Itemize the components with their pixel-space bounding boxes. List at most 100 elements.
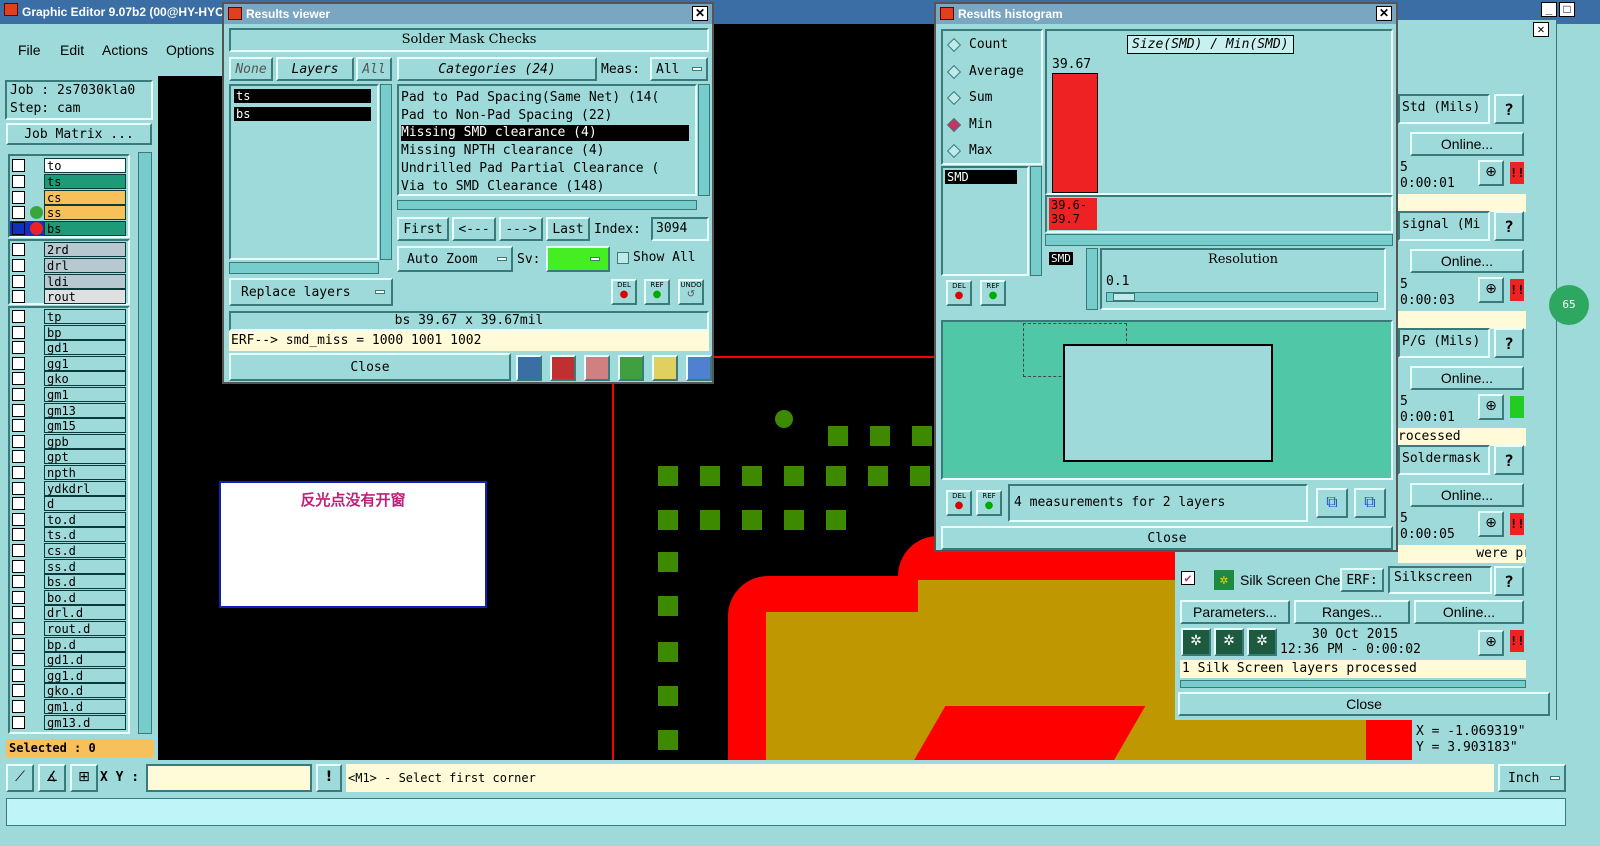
report-icon[interactable] [652, 355, 678, 381]
result-layer-bs[interactable]: bs [234, 107, 371, 121]
undo-icon[interactable]: UNDO ↺ [678, 279, 704, 305]
layer-row-drl-d[interactable]: drl.d [10, 605, 126, 621]
layer-row-bs-d[interactable]: bs.d [10, 574, 126, 590]
layer-row-d[interactable]: d [10, 496, 126, 512]
layer-row-to[interactable]: to [10, 158, 126, 173]
layer-checkbox[interactable] [12, 310, 25, 323]
checklist-hscroll[interactable] [1180, 680, 1526, 688]
layer-checkbox[interactable] [12, 606, 25, 620]
replace-layers-button[interactable]: Replace layers [229, 278, 393, 306]
maximize-button[interactable]: □ [1559, 2, 1575, 17]
layer-checkbox[interactable] [12, 450, 25, 464]
layer-checkbox[interactable] [12, 243, 25, 256]
menu-file[interactable]: File [18, 42, 41, 58]
show-all-checkbox[interactable] [617, 252, 629, 264]
layer-checkbox[interactable] [12, 559, 25, 573]
layer-row-gg1-d[interactable]: gg1.d [10, 667, 126, 683]
check-icon[interactable] [618, 355, 644, 381]
category-vscroll[interactable] [698, 84, 710, 196]
online-button[interactable]: Online... [1410, 249, 1524, 273]
layer-row-npth[interactable]: npth [10, 465, 126, 480]
layer-checkbox[interactable] [12, 372, 25, 386]
online-button[interactable]: Online... [1410, 132, 1524, 156]
silk-ranges-button[interactable]: Ranges... [1294, 600, 1410, 624]
layer-row-gd1-d[interactable]: gd1.d [10, 652, 126, 668]
histogram-icon[interactable] [686, 355, 712, 381]
layer-row-cs[interactable]: cs [10, 189, 126, 205]
del-icon[interactable]: DEL ● [611, 279, 637, 305]
layer-row-gd1[interactable]: gd1 [10, 340, 126, 356]
meas-select[interactable]: All [650, 57, 708, 81]
tab-none[interactable]: None [229, 57, 273, 81]
silk-run-icon-1[interactable]: ✲ [1181, 628, 1211, 656]
layer-row-bo-d[interactable]: bo.d [10, 589, 126, 605]
layer-checkbox[interactable] [12, 715, 25, 729]
category-item[interactable]: Pad to Non-Pad Spacing (22) [401, 108, 689, 124]
board-view-icon[interactable] [550, 355, 576, 381]
layer-checkbox[interactable] [12, 497, 25, 511]
layer-row-gg1[interactable]: gg1 [10, 355, 126, 371]
layer-checkbox[interactable] [12, 575, 25, 589]
silk-erf-button[interactable]: ERF: [1340, 568, 1384, 592]
preview-del-icon[interactable]: DEL ● [946, 490, 972, 516]
histogram-hscroll[interactable] [1045, 234, 1393, 246]
layer-row-drl[interactable]: drl [10, 257, 126, 273]
first-button[interactable]: First [397, 217, 449, 241]
layer-row-ts-d[interactable]: ts.d [10, 527, 126, 543]
tab-all[interactable]: All [356, 57, 392, 81]
layer-checkbox[interactable] [12, 290, 25, 304]
results-viewer-close-x[interactable]: ✕ [692, 6, 708, 21]
xy-input[interactable] [146, 764, 312, 792]
layer-list-hscroll[interactable] [229, 262, 379, 274]
silk-erf-value[interactable]: Silkscreen [1388, 566, 1492, 594]
hist-del-icon[interactable]: DEL ● [946, 280, 972, 306]
layer-checkbox[interactable] [12, 544, 25, 557]
help-button[interactable]: ? [1494, 94, 1524, 124]
export-icon-2[interactable]: ⧉ [1354, 488, 1386, 518]
menu-actions[interactable]: Actions [102, 42, 148, 58]
preview-ref-icon[interactable]: REF ● [976, 490, 1002, 516]
layer-row-ss[interactable]: ss [10, 205, 126, 221]
layer-checkbox[interactable] [12, 403, 25, 417]
ref-icon[interactable]: REF ● [644, 279, 670, 305]
sv-color-select[interactable] [546, 246, 610, 272]
layer-row-ss-d[interactable]: ss.d [10, 558, 126, 574]
help-button[interactable]: ? [1494, 445, 1524, 475]
silk-help-button[interactable]: ? [1494, 566, 1524, 596]
job-matrix-button[interactable]: Job Matrix ... [6, 123, 152, 145]
category-hscroll[interactable] [397, 200, 697, 210]
categories-label[interactable]: Categories (24) [397, 57, 597, 81]
layer-checkbox[interactable] [12, 466, 25, 479]
layer-row-rout[interactable]: rout [10, 289, 126, 305]
clear-icon[interactable] [584, 355, 610, 381]
annotation-box[interactable]: 反光点没有开窗 [219, 481, 487, 608]
layer-checkbox[interactable] [12, 419, 25, 433]
slider-thumb[interactable] [1113, 293, 1135, 301]
layer-row-gm1[interactable]: gm1 [10, 387, 126, 402]
layer-checkbox[interactable] [12, 274, 25, 288]
layer-checkbox[interactable] [12, 206, 25, 220]
category-item[interactable]: Missing SMD clearance (4) [401, 125, 689, 142]
layer-checkbox[interactable] [12, 388, 25, 401]
checklist-close-x[interactable]: ✕ [1533, 22, 1549, 37]
tab-layers[interactable]: Layers [276, 57, 354, 81]
layer-checkbox[interactable] [12, 325, 25, 339]
layer-list-vscroll[interactable] [380, 84, 392, 260]
menu-options[interactable]: Options [166, 42, 214, 58]
layer-checkbox[interactable] [12, 159, 25, 172]
layer-checkbox[interactable] [12, 590, 25, 604]
layer-scrollbar[interactable] [138, 152, 152, 734]
layer-row-gm13[interactable]: gm13 [10, 402, 126, 418]
prev-button[interactable]: <--- [452, 217, 496, 241]
results-close-button[interactable]: Close [229, 353, 511, 381]
layer-row-ldi[interactable]: ldi [10, 273, 126, 289]
layer-checkbox[interactable] [12, 653, 25, 667]
silk-enable-checkbox[interactable]: ✔ [1181, 571, 1195, 585]
layer-checkbox[interactable] [12, 174, 25, 188]
snap-icon[interactable]: ⟋ [6, 764, 34, 792]
histogram-close-x[interactable]: ✕ [1376, 6, 1392, 21]
layer-row-rout-d[interactable]: rout.d [10, 621, 126, 636]
menu-edit[interactable]: Edit [60, 42, 84, 58]
layer-checkbox[interactable] [12, 356, 25, 370]
silk-parameters-button[interactable]: Parameters... [1180, 600, 1290, 624]
